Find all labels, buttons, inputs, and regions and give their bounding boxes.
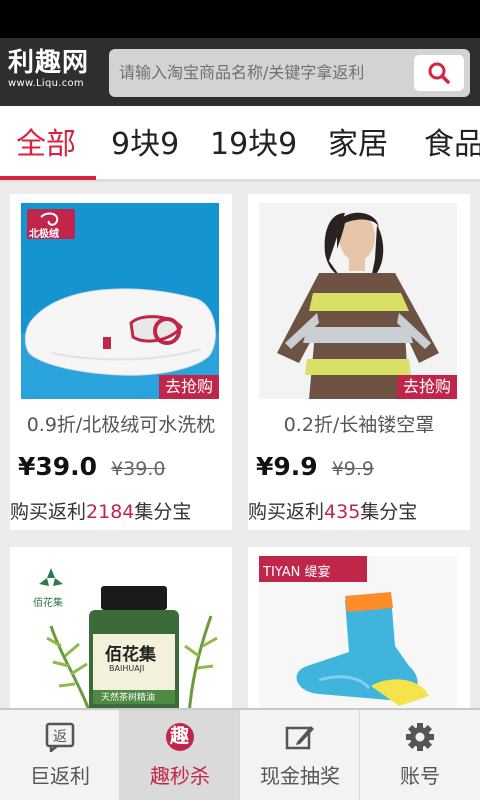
- brand-tag: 佰花集: [33, 598, 63, 609]
- product-price: ¥39.0: [18, 452, 98, 481]
- tab-food[interactable]: 食品: [424, 106, 480, 179]
- brand-tag: 北极绒: [29, 229, 59, 240]
- price-row: ¥9.9 ¥9.9: [256, 452, 374, 481]
- rebate-prefix: 购买返利: [10, 501, 87, 523]
- pencil-note-icon: [285, 726, 314, 750]
- buy-now-badge[interactable]: 去抢购: [159, 375, 219, 399]
- tab-home[interactable]: 家居: [328, 106, 388, 179]
- bottle-sub: BAIHUAJI: [109, 664, 145, 673]
- nav-flash-sale[interactable]: 趣 趣秒杀: [120, 710, 240, 800]
- svg-text:返: 返: [53, 729, 67, 745]
- bottom-navigation: 返 巨返利 趣 趣秒杀 现金抽奖 账号: [0, 708, 480, 800]
- rebate-suffix: 集分宝: [360, 501, 418, 523]
- bottle-label: 佰花集: [105, 645, 156, 665]
- nav-rebate[interactable]: 返 巨返利: [0, 710, 120, 800]
- product-image[interactable]: 去抢购: [259, 203, 457, 399]
- rebate-info: 购买返利435集分宝: [248, 497, 417, 524]
- search-icon: [428, 62, 450, 84]
- category-tabs: 全部 9块9 19块9 家居 食品: [0, 106, 480, 182]
- logo-title: 利趣网: [8, 48, 90, 78]
- nav-label: 现金抽奖: [260, 764, 340, 788]
- product-title[interactable]: 0.2折/长袖镂空罩: [248, 410, 470, 437]
- price-row: ¥39.0 ¥39.0: [18, 452, 165, 481]
- original-price: ¥39.0: [111, 458, 166, 480]
- nav-lottery[interactable]: 现金抽奖: [240, 710, 360, 800]
- nav-label: 账号: [400, 764, 440, 788]
- tab-all[interactable]: 全部: [16, 106, 76, 179]
- product-image[interactable]: 北极绒 去抢购: [21, 203, 219, 399]
- nav-account[interactable]: 账号: [360, 710, 480, 800]
- original-price: ¥9.9: [331, 458, 374, 480]
- active-tab-indicator: [0, 176, 96, 180]
- product-card[interactable]: 佰花集 佰花集 BAIHUAJI 天然茶树精油: [10, 547, 232, 717]
- product-title[interactable]: 0.9折/北极绒可水洗枕: [10, 410, 232, 437]
- rebate-info: 购买返利2184集分宝: [10, 497, 191, 524]
- nav-label: 巨返利: [30, 764, 90, 788]
- product-card[interactable]: 去抢购 0.2折/长袖镂空罩 ¥9.9 ¥9.9 购买返利435集分宝: [248, 194, 470, 530]
- qu-flash-icon-char: 趣: [170, 725, 190, 747]
- product-image[interactable]: TIYAN 缇宴: [259, 556, 457, 717]
- rebate-value: 435: [324, 501, 361, 523]
- rebate-prefix: 购买返利: [248, 501, 325, 523]
- search-button[interactable]: [414, 55, 464, 91]
- rebate-value: 2184: [86, 501, 135, 523]
- product-image[interactable]: 佰花集 佰花集 BAIHUAJI 天然茶树精油: [21, 556, 219, 717]
- rebate-suffix: 集分宝: [134, 501, 192, 523]
- status-bar: [0, 0, 480, 38]
- product-card[interactable]: TIYAN 缇宴: [248, 547, 470, 717]
- product-card[interactable]: 北极绒 去抢购 0.9折/北极绒可水洗枕 ¥39.0 ¥39.0 购买返利2184…: [10, 194, 232, 530]
- top-bar: 利趣网 www.Liqu.com 请输入淘宝商品名称/关键字拿返利: [0, 38, 480, 106]
- logo-url: www.Liqu.com: [8, 78, 84, 89]
- tab-9-9[interactable]: 9块9: [111, 106, 179, 179]
- bottle-desc: 天然茶树精油: [101, 693, 156, 703]
- search-box[interactable]: 请输入淘宝商品名称/关键字拿返利: [109, 49, 470, 97]
- rebate-icon: 返: [45, 722, 75, 752]
- app-logo[interactable]: 利趣网 www.Liqu.com: [8, 48, 98, 96]
- gear-icon: [406, 723, 434, 751]
- buy-now-badge[interactable]: 去抢购: [397, 375, 457, 399]
- tab-19-9[interactable]: 19块9: [210, 106, 297, 179]
- product-price: ¥9.9: [256, 452, 318, 481]
- brand-tag: TIYAN 缇宴: [263, 565, 331, 580]
- nav-label: 趣秒杀: [150, 764, 210, 788]
- search-input[interactable]: 请输入淘宝商品名称/关键字拿返利: [119, 49, 364, 97]
